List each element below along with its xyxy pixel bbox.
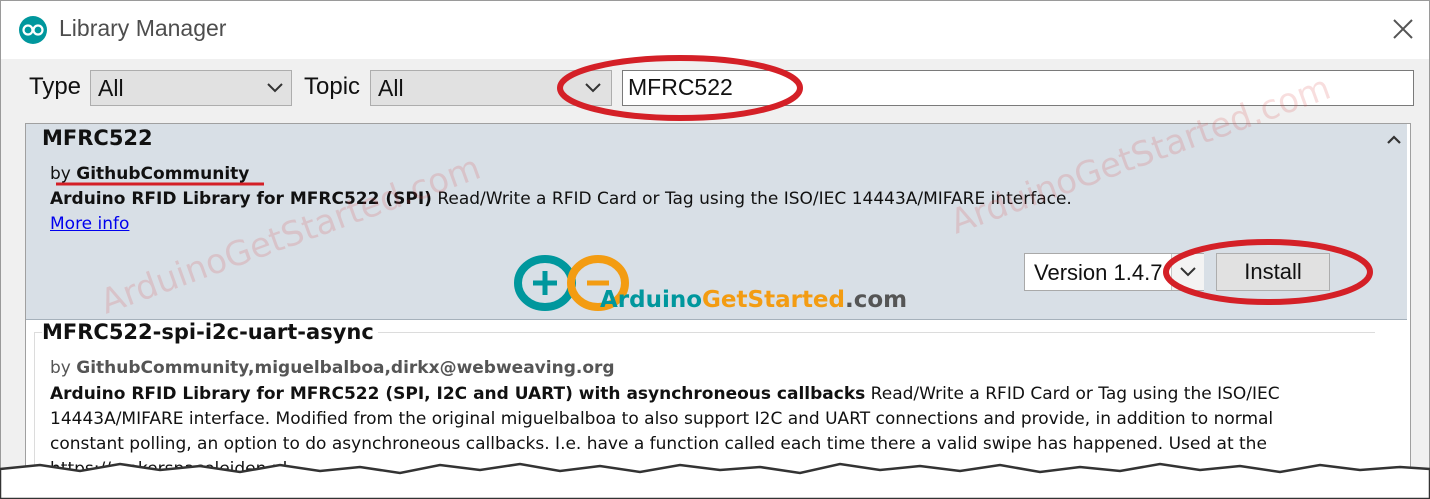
logo-wordmark: ArduinoGetStarted.com (600, 287, 908, 313)
library-name: MFRC522-spi-i2c-uart-async (42, 320, 378, 344)
annotation-overlay (56, 55, 1373, 311)
install-highlight-circle (1163, 239, 1373, 305)
torn-edge (0, 462, 1430, 499)
search-highlight-circle (557, 55, 803, 121)
